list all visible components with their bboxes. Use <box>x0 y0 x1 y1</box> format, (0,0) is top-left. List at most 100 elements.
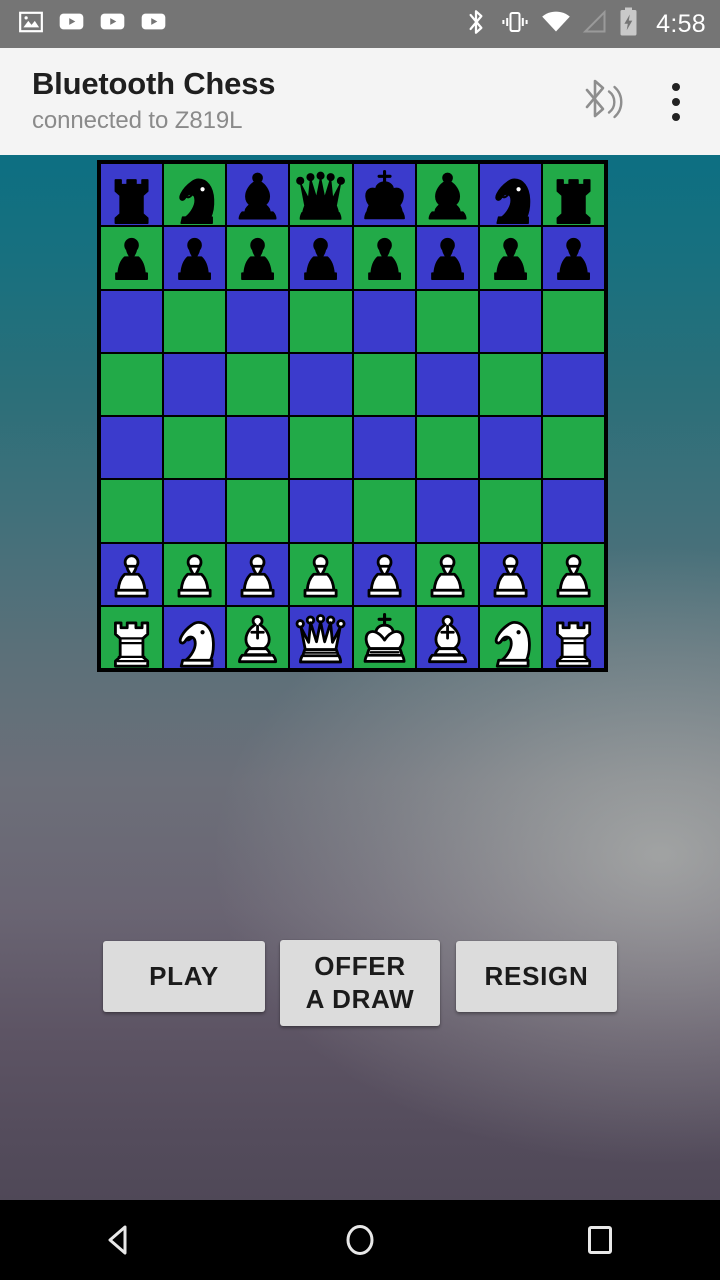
black-knight-g8[interactable] <box>479 163 542 226</box>
board-square-b7[interactable] <box>163 226 227 290</box>
black-queen-d8[interactable] <box>289 163 352 226</box>
board-square-d6[interactable] <box>289 289 353 353</box>
white-pawn-d2[interactable] <box>289 543 352 606</box>
board-square-g8[interactable] <box>478 163 542 227</box>
board-square-d5[interactable] <box>289 352 353 416</box>
board-square-b3[interactable] <box>163 479 227 543</box>
back-button[interactable] <box>60 1200 180 1280</box>
board-square-e7[interactable] <box>352 226 416 290</box>
board-square-g1[interactable] <box>478 605 542 669</box>
board-square-c6[interactable] <box>226 289 290 353</box>
board-square-b5[interactable] <box>163 352 227 416</box>
board-square-e3[interactable] <box>352 479 416 543</box>
board-square-c1[interactable] <box>226 605 290 669</box>
offer-draw-button[interactable]: OFFER A DRAW <box>280 940 440 1026</box>
board-square-e5[interactable] <box>352 352 416 416</box>
white-pawn-f2[interactable] <box>416 543 479 606</box>
board-square-h3[interactable] <box>541 479 605 543</box>
board-square-h2[interactable] <box>541 542 605 606</box>
black-pawn-c7[interactable] <box>226 226 289 289</box>
black-rook-h8[interactable] <box>542 163 605 226</box>
play-button[interactable]: PLAY <box>103 941 265 1012</box>
board-square-d1[interactable] <box>289 605 353 669</box>
board-square-c5[interactable] <box>226 352 290 416</box>
home-button[interactable] <box>300 1200 420 1280</box>
board-square-g2[interactable] <box>478 542 542 606</box>
board-square-d7[interactable] <box>289 226 353 290</box>
board-square-a1[interactable] <box>100 605 164 669</box>
board-square-f1[interactable] <box>415 605 479 669</box>
board-square-f6[interactable] <box>415 289 479 353</box>
board-square-f3[interactable] <box>415 479 479 543</box>
board-square-g7[interactable] <box>478 226 542 290</box>
white-pawn-a2[interactable] <box>100 543 163 606</box>
board-square-a4[interactable] <box>100 416 164 480</box>
black-king-e8[interactable] <box>353 163 416 226</box>
board-square-a7[interactable] <box>100 226 164 290</box>
overflow-menu-button[interactable] <box>654 75 698 129</box>
black-pawn-h7[interactable] <box>542 226 605 289</box>
board-square-a2[interactable] <box>100 542 164 606</box>
chess-board[interactable] <box>97 160 608 672</box>
board-square-d4[interactable] <box>289 416 353 480</box>
bluetooth-connected-icon[interactable] <box>574 75 628 129</box>
board-square-g6[interactable] <box>478 289 542 353</box>
board-square-c2[interactable] <box>226 542 290 606</box>
board-square-c8[interactable] <box>226 163 290 227</box>
black-bishop-f8[interactable] <box>416 163 479 226</box>
white-knight-g1[interactable] <box>479 606 542 669</box>
white-pawn-b2[interactable] <box>163 543 226 606</box>
black-pawn-a7[interactable] <box>100 226 163 289</box>
board-square-f7[interactable] <box>415 226 479 290</box>
black-pawn-f7[interactable] <box>416 226 479 289</box>
board-square-c4[interactable] <box>226 416 290 480</box>
board-square-d2[interactable] <box>289 542 353 606</box>
board-square-b6[interactable] <box>163 289 227 353</box>
resign-button[interactable]: RESIGN <box>456 941 617 1012</box>
white-pawn-h2[interactable] <box>542 543 605 606</box>
board-square-h4[interactable] <box>541 416 605 480</box>
board-square-b2[interactable] <box>163 542 227 606</box>
white-pawn-g2[interactable] <box>479 543 542 606</box>
white-bishop-f1[interactable] <box>416 606 479 669</box>
board-square-b4[interactable] <box>163 416 227 480</box>
board-square-g3[interactable] <box>478 479 542 543</box>
black-knight-b8[interactable] <box>163 163 226 226</box>
black-pawn-e7[interactable] <box>353 226 416 289</box>
board-square-c3[interactable] <box>226 479 290 543</box>
board-square-b1[interactable] <box>163 605 227 669</box>
board-square-h8[interactable] <box>541 163 605 227</box>
white-rook-h1[interactable] <box>542 606 605 669</box>
board-square-a6[interactable] <box>100 289 164 353</box>
white-bishop-c1[interactable] <box>226 606 289 669</box>
white-pawn-e2[interactable] <box>353 543 416 606</box>
board-square-h7[interactable] <box>541 226 605 290</box>
white-rook-a1[interactable] <box>100 606 163 669</box>
white-king-e1[interactable] <box>353 606 416 669</box>
board-square-f5[interactable] <box>415 352 479 416</box>
recents-button[interactable] <box>540 1200 660 1280</box>
black-pawn-g7[interactable] <box>479 226 542 289</box>
black-pawn-d7[interactable] <box>289 226 352 289</box>
black-pawn-b7[interactable] <box>163 226 226 289</box>
board-square-d8[interactable] <box>289 163 353 227</box>
board-square-b8[interactable] <box>163 163 227 227</box>
board-square-f4[interactable] <box>415 416 479 480</box>
board-square-d3[interactable] <box>289 479 353 543</box>
board-square-a8[interactable] <box>100 163 164 227</box>
board-square-e1[interactable] <box>352 605 416 669</box>
board-square-a5[interactable] <box>100 352 164 416</box>
black-bishop-c8[interactable] <box>226 163 289 226</box>
white-pawn-c2[interactable] <box>226 543 289 606</box>
board-square-h1[interactable] <box>541 605 605 669</box>
black-rook-a8[interactable] <box>100 163 163 226</box>
white-queen-d1[interactable] <box>289 606 352 669</box>
board-square-e2[interactable] <box>352 542 416 606</box>
board-square-f2[interactable] <box>415 542 479 606</box>
board-square-h6[interactable] <box>541 289 605 353</box>
board-square-f8[interactable] <box>415 163 479 227</box>
board-square-h5[interactable] <box>541 352 605 416</box>
board-square-g4[interactable] <box>478 416 542 480</box>
board-square-e6[interactable] <box>352 289 416 353</box>
board-square-a3[interactable] <box>100 479 164 543</box>
